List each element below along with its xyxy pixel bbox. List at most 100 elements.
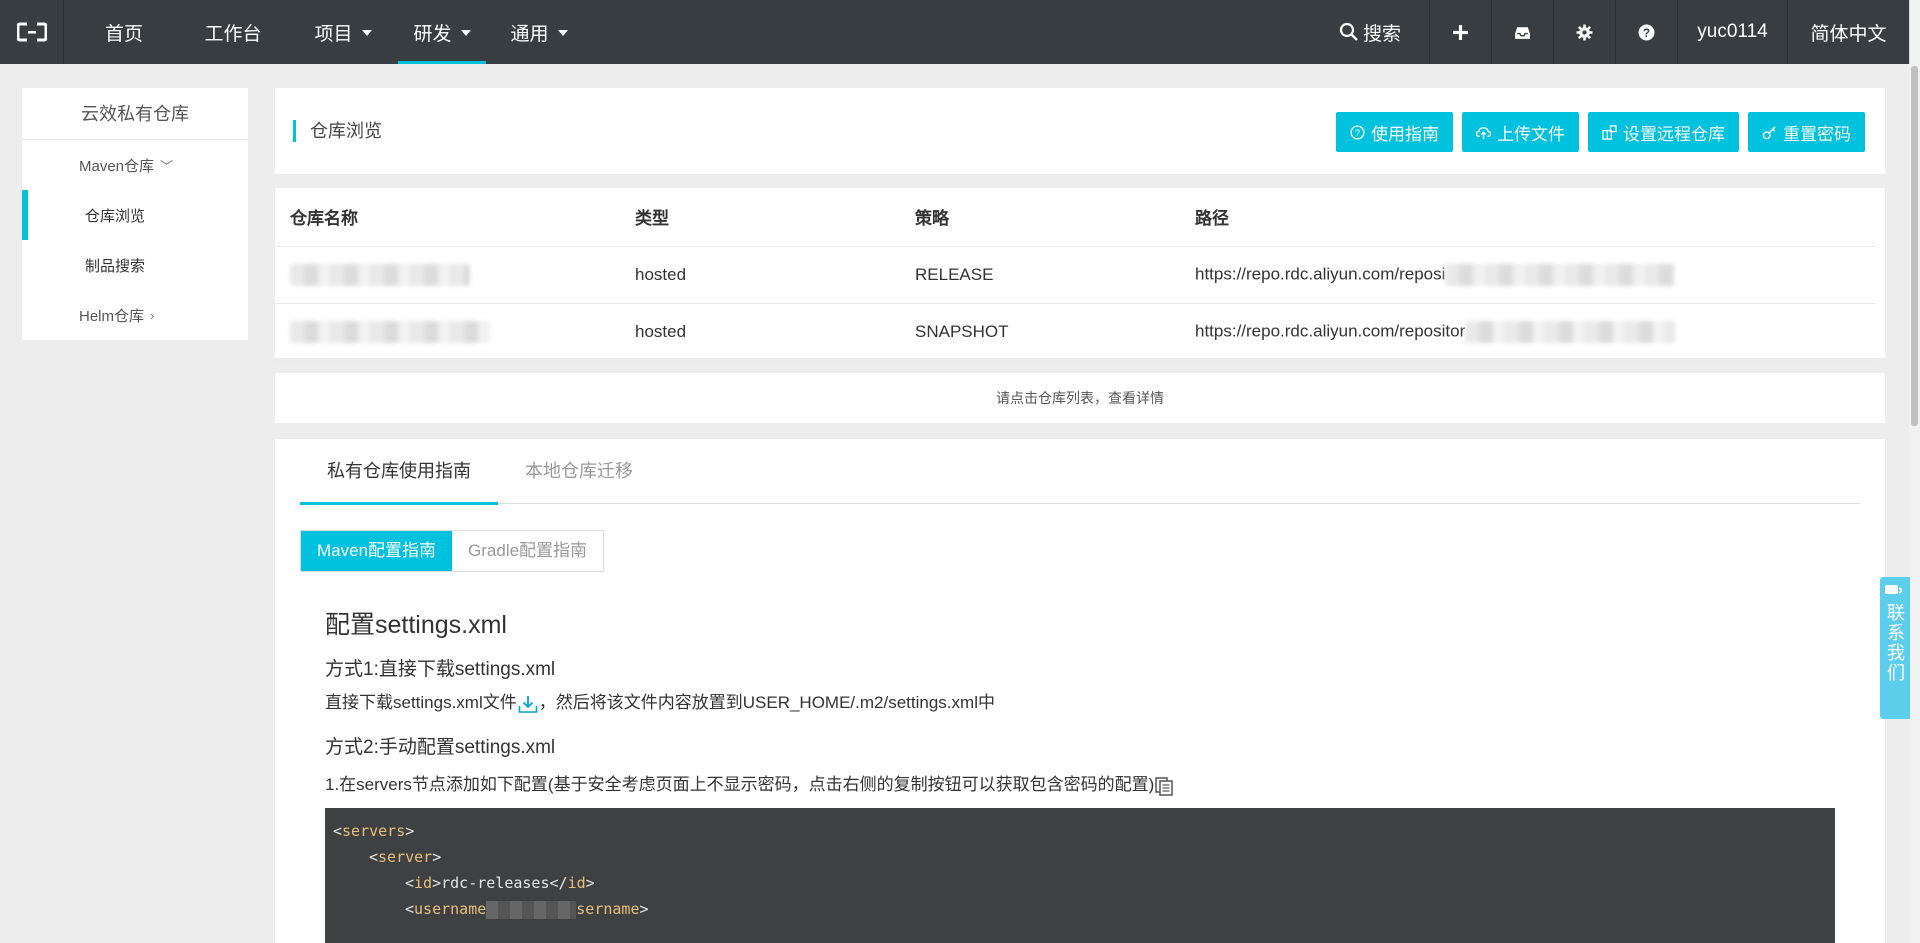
- language-switch[interactable]: 简体中文: [1787, 0, 1909, 64]
- tab-private-repo-guide[interactable]: 私有仓库使用指南: [300, 439, 498, 505]
- repo-path-text: https://repo.rdc.aliyun.com/reposi: [1195, 263, 1446, 283]
- code-line: <servers>: [333, 822, 415, 840]
- guide-content: 配置settings.xml 方式1:直接下载settings.xml 直接下载…: [325, 605, 1835, 943]
- scrollbar-top: [1909, 0, 1920, 64]
- gear-icon: [1576, 24, 1593, 40]
- repo-type-cell: hosted: [620, 303, 900, 361]
- repo-name-cell[interactable]: [275, 246, 620, 304]
- aliyun-logo-icon[interactable]: [0, 0, 64, 64]
- language-label: 简体中文: [1810, 23, 1887, 45]
- plus-icon: [1453, 24, 1468, 40]
- config-segment: Maven配置指南 Gradle配置指南: [300, 530, 605, 572]
- search-icon: [1339, 22, 1358, 41]
- repo-policy-cell: RELEASE: [900, 246, 1180, 304]
- sidebar-group-label: Helm仓库: [79, 307, 145, 325]
- column-header-name: 仓库名称: [275, 188, 620, 247]
- sidebar-item-search[interactable]: 制品搜索: [22, 240, 248, 290]
- chevron-right-icon: ›: [150, 307, 155, 323]
- code-tag: id: [567, 874, 586, 892]
- code-line: <id>rdc-releases</id>: [405, 874, 595, 892]
- method2-title: 方式2:手动配置settings.xml: [325, 737, 556, 758]
- chat-icon: [1885, 585, 1903, 594]
- table-row[interactable]: hosted SNAPSHOT https://repo.rdc.aliyun.…: [275, 303, 1875, 361]
- method1-text-a: 直接下载settings.xml文件: [325, 693, 517, 712]
- repo-table-card: 仓库名称 类型 策略 路径 hosted RELEASE https://rep…: [275, 188, 1885, 361]
- page-scrollbar[interactable]: [1909, 64, 1920, 943]
- download-icon[interactable]: [517, 693, 539, 715]
- question-circle-icon: ?: [1350, 124, 1365, 140]
- table-row[interactable]: hosted RELEASE https://repo.rdc.aliyun.c…: [275, 246, 1875, 304]
- method1-title: 方式1:直接下载settings.xml: [325, 659, 556, 680]
- remote-repo-button-label: 设置远程仓库: [1623, 124, 1725, 144]
- settings-button[interactable]: [1553, 0, 1615, 64]
- nav-project-label: 项目: [314, 23, 353, 45]
- scrollbar-thumb[interactable]: [1911, 66, 1918, 426]
- guide-button[interactable]: ? 使用指南: [1336, 112, 1453, 152]
- code-value: rdc-releases: [441, 874, 550, 892]
- search-label: 搜索: [1362, 23, 1401, 45]
- reset-password-label: 重置密码: [1783, 124, 1851, 144]
- sidebar-group-maven[interactable]: Maven仓库 ﹀: [22, 140, 248, 190]
- sidebar-item-label: 制品搜索: [85, 257, 146, 275]
- inbox-icon: [1515, 26, 1530, 39]
- sidebar-title: 云效私有仓库: [22, 88, 248, 140]
- code-tag: server: [378, 848, 433, 866]
- sidebar-group-label: Maven仓库: [79, 157, 155, 175]
- column-header-path: 路径: [1180, 188, 1875, 247]
- sidebar-item-label: 仓库浏览: [85, 207, 146, 225]
- code-tag: sername: [576, 900, 640, 918]
- inbox-button[interactable]: [1491, 0, 1553, 64]
- caret-down-icon: [361, 30, 372, 36]
- code-line: <username sername>: [405, 900, 649, 919]
- remote-repo-button[interactable]: 设置远程仓库: [1588, 112, 1739, 152]
- sidebar-group-helm[interactable]: Helm仓库 ›: [22, 290, 248, 340]
- column-header-type: 类型: [620, 188, 900, 247]
- repo-path-cell: https://repo.rdc.aliyun.com/reposi: [1180, 246, 1875, 304]
- nav-workbench[interactable]: 工作台: [178, 0, 288, 64]
- contact-label: 联系我们: [1885, 603, 1905, 683]
- code-block: <servers> <server> <id>rdc-releases</id>…: [325, 808, 1835, 943]
- redacted-path: [1465, 320, 1676, 343]
- svg-text:?: ?: [1643, 26, 1650, 39]
- repo-name-cell[interactable]: [275, 303, 620, 361]
- nav-general[interactable]: 通用: [486, 0, 592, 64]
- step1-text: 1.在servers节点添加如下配置(基于安全考虑页面上不显示密码，点击右侧的复…: [325, 772, 1835, 798]
- contact-us-float[interactable]: 联系我们: [1880, 577, 1910, 719]
- chevron-down-icon: ﹀: [160, 158, 174, 174]
- nav-general-label: 通用: [510, 23, 549, 45]
- nav-develop[interactable]: 研发: [398, 0, 486, 64]
- step1-text-label: 1.在servers节点添加如下配置(基于安全考虑页面上不显示密码，点击右侧的复…: [325, 775, 1155, 794]
- hint-text: 请点击仓库列表，查看详情: [996, 390, 1164, 406]
- user-menu[interactable]: yuc0114: [1677, 0, 1787, 64]
- upload-cloud-icon: [1476, 125, 1491, 140]
- guide-tabs: 私有仓库使用指南 本地仓库迁移: [300, 439, 1860, 505]
- upload-button[interactable]: 上传文件: [1462, 112, 1579, 152]
- nav-home[interactable]: 首页: [70, 0, 178, 64]
- maven-guide-button[interactable]: Maven配置指南: [301, 531, 453, 571]
- tab-local-migration[interactable]: 本地仓库迁移: [498, 439, 660, 504]
- gradle-guide-button[interactable]: Gradle配置指南: [452, 531, 603, 571]
- remote-settings-icon: [1602, 124, 1617, 140]
- svg-text:?: ?: [1355, 127, 1360, 137]
- create-button[interactable]: [1429, 0, 1491, 64]
- nav-project[interactable]: 项目: [288, 0, 398, 64]
- page-title: 仓库浏览: [293, 120, 382, 142]
- caret-down-icon: [460, 30, 471, 36]
- repo-table: 仓库名称 类型 策略 路径 hosted RELEASE https://rep…: [275, 188, 1875, 361]
- help-circle-icon: ?: [1638, 24, 1655, 40]
- reset-password-button[interactable]: 重置密码: [1748, 112, 1865, 152]
- method1-text-b: ，然后将该文件内容放置到USER_HOME/.m2/settings.xml中: [538, 693, 995, 712]
- help-button[interactable]: ?: [1615, 0, 1677, 64]
- top-navbar: 首页 工作台 项目 研发 通用 搜索 ? yuc0114 简体中文: [0, 0, 1920, 64]
- repo-policy-cell: SNAPSHOT: [900, 303, 1180, 361]
- hint-card: 请点击仓库列表，查看详情: [275, 373, 1885, 423]
- code-tag: username: [414, 900, 487, 918]
- copy-icon[interactable]: [1154, 776, 1174, 796]
- search-button[interactable]: 搜索: [1311, 0, 1429, 64]
- caret-down-icon: [557, 30, 568, 36]
- redacted-path: [1445, 263, 1676, 286]
- code-tag: id: [414, 874, 433, 892]
- redacted-username: [486, 900, 577, 919]
- repo-path-cell: https://repo.rdc.aliyun.com/repositor: [1180, 303, 1875, 361]
- sidebar-item-browse[interactable]: 仓库浏览: [22, 190, 248, 240]
